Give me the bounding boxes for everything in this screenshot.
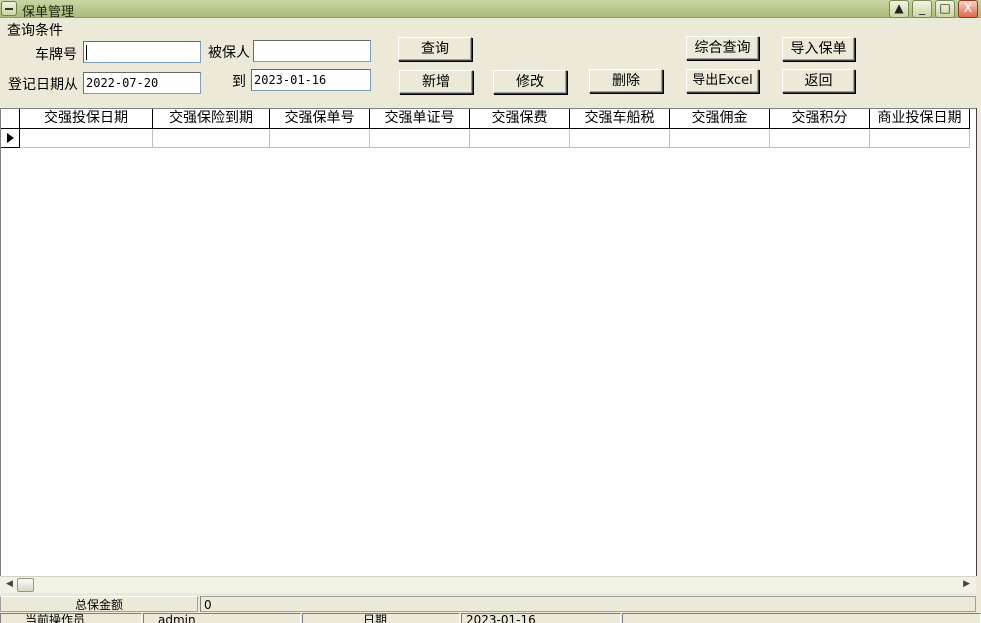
plate-input[interactable] xyxy=(83,41,201,63)
table-cell[interactable] xyxy=(470,129,570,148)
date-label: 日期 xyxy=(302,613,460,623)
edit-button[interactable]: 修改 xyxy=(493,70,567,94)
maximize-button[interactable]: □ xyxy=(935,0,955,18)
column-header[interactable]: 交强保险到期 xyxy=(153,109,270,129)
column-header[interactable]: 交强车船税 xyxy=(570,109,670,129)
query-group-label: 查询条件 xyxy=(7,23,63,39)
close-button[interactable]: X xyxy=(958,0,978,18)
date-from-field[interactable]: 2022-07-20 xyxy=(83,72,201,94)
plate-label: 车牌号 xyxy=(35,47,77,63)
insured-label: 被保人 xyxy=(208,45,250,61)
column-header[interactable]: 交强积分 xyxy=(770,109,870,129)
table-cell[interactable] xyxy=(20,129,153,148)
totals-bar: 总保金额 0 xyxy=(0,596,976,612)
advanced-search-button[interactable]: 综合查询 xyxy=(686,36,759,60)
grid-corner xyxy=(1,109,20,129)
status-panel-empty xyxy=(622,613,981,623)
total-amount-label: 总保金额 xyxy=(0,596,198,612)
current-row-indicator-icon xyxy=(1,129,20,148)
total-amount-value: 0 xyxy=(200,596,976,612)
column-header[interactable]: 交强保单号 xyxy=(270,109,370,129)
export-excel-button[interactable]: 导出Excel xyxy=(686,69,759,93)
date-to-label: 到 xyxy=(232,74,246,90)
column-header[interactable]: 商业投保日期 xyxy=(870,109,970,129)
date-from-label: 登记日期从 xyxy=(8,77,78,93)
horizontal-scrollbar[interactable]: ◀ ▶ xyxy=(0,576,976,593)
add-button[interactable]: 新增 xyxy=(399,70,473,94)
grid-header: 交强投保日期 交强保险到期 交强保单号 交强单证号 交强保费 交强车船税 交强佣… xyxy=(1,109,970,129)
import-policy-button[interactable]: 导入保单 xyxy=(782,37,855,61)
search-button[interactable]: 查询 xyxy=(398,37,472,61)
table-row[interactable] xyxy=(1,129,970,148)
date-value: 2023-01-16 xyxy=(461,613,621,623)
scroll-left-icon[interactable]: ◀ xyxy=(6,579,13,589)
scroll-right-icon[interactable]: ▶ xyxy=(963,579,970,589)
status-bar: 当前操作员 admin 日期 2023-01-16 xyxy=(0,613,981,623)
operator-value: admin xyxy=(143,613,301,623)
delete-button[interactable]: 删除 xyxy=(589,69,663,93)
minimize-button[interactable]: _ xyxy=(912,0,932,18)
title-bar: 保单管理 ▲ _ □ X xyxy=(0,0,981,20)
table-cell[interactable] xyxy=(770,129,870,148)
text-caret xyxy=(86,45,87,60)
column-header[interactable]: 交强单证号 xyxy=(370,109,470,129)
table-cell[interactable] xyxy=(153,129,270,148)
column-header[interactable]: 交强投保日期 xyxy=(20,109,153,129)
table-cell[interactable] xyxy=(670,129,770,148)
help-button[interactable]: ▲ xyxy=(889,0,909,18)
table-cell[interactable] xyxy=(570,129,670,148)
date-to-field[interactable]: 2023-01-16 xyxy=(251,69,371,91)
system-menu-icon[interactable] xyxy=(1,1,17,16)
table-cell[interactable] xyxy=(370,129,470,148)
table-cell[interactable] xyxy=(870,129,970,148)
column-header[interactable]: 交强佣金 xyxy=(670,109,770,129)
scroll-thumb[interactable] xyxy=(17,578,34,592)
column-header[interactable]: 交强保费 xyxy=(470,109,570,129)
grid-right-border xyxy=(976,108,981,576)
policy-grid[interactable]: 交强投保日期 交强保险到期 交强保单号 交强单证号 交强保费 交强车船税 交强佣… xyxy=(0,108,976,576)
operator-label: 当前操作员 xyxy=(0,613,142,623)
insured-input[interactable] xyxy=(253,40,371,62)
table-cell[interactable] xyxy=(270,129,370,148)
window-title: 保单管理 xyxy=(22,5,75,20)
back-button[interactable]: 返回 xyxy=(782,69,855,93)
